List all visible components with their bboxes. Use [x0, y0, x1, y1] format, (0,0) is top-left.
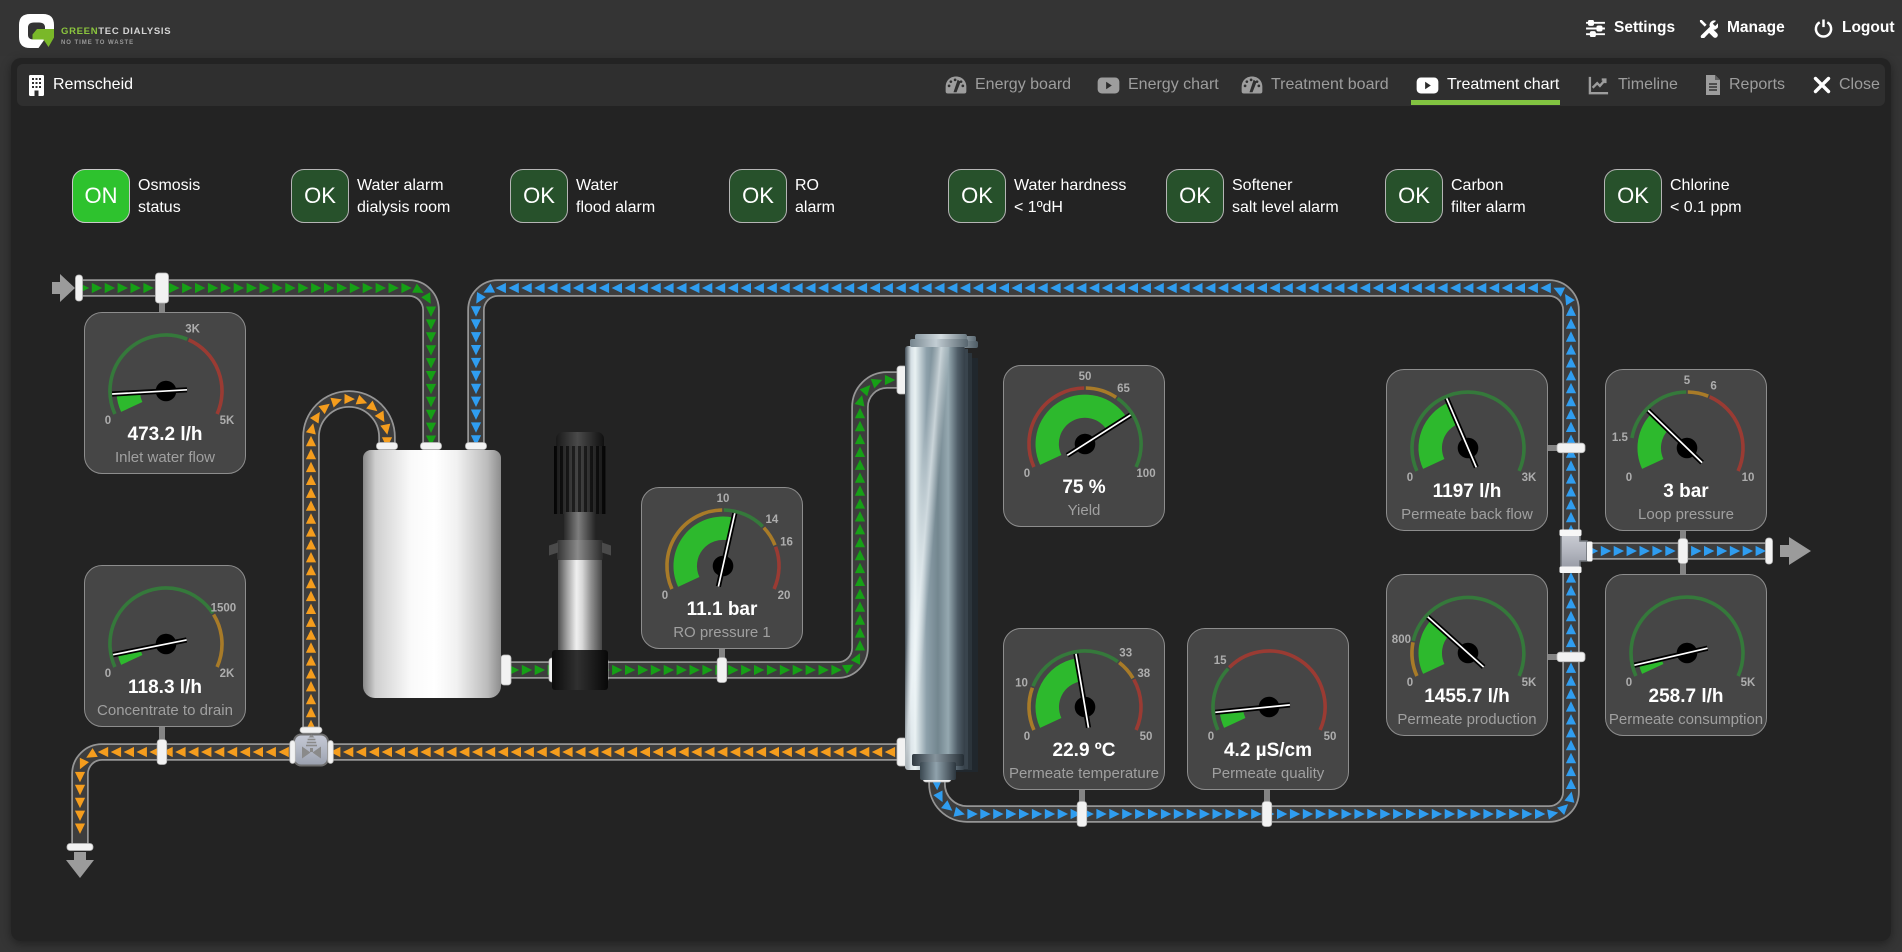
- svg-text:14: 14: [766, 514, 779, 526]
- svg-text:65: 65: [1117, 383, 1130, 395]
- svg-text:16: 16: [780, 537, 793, 549]
- svg-text:6: 6: [1710, 380, 1716, 392]
- svg-text:800: 800: [1392, 634, 1411, 646]
- svg-text:1500: 1500: [211, 603, 237, 615]
- svg-text:5: 5: [1684, 375, 1691, 387]
- svg-text:10: 10: [717, 493, 730, 505]
- svg-text:50: 50: [1079, 371, 1092, 383]
- svg-text:10: 10: [1015, 678, 1028, 690]
- svg-text:3K: 3K: [185, 323, 200, 335]
- svg-text:1.5: 1.5: [1612, 432, 1629, 444]
- svg-text:15: 15: [1214, 655, 1227, 667]
- svg-text:38: 38: [1137, 668, 1150, 680]
- svg-text:33: 33: [1119, 648, 1132, 660]
